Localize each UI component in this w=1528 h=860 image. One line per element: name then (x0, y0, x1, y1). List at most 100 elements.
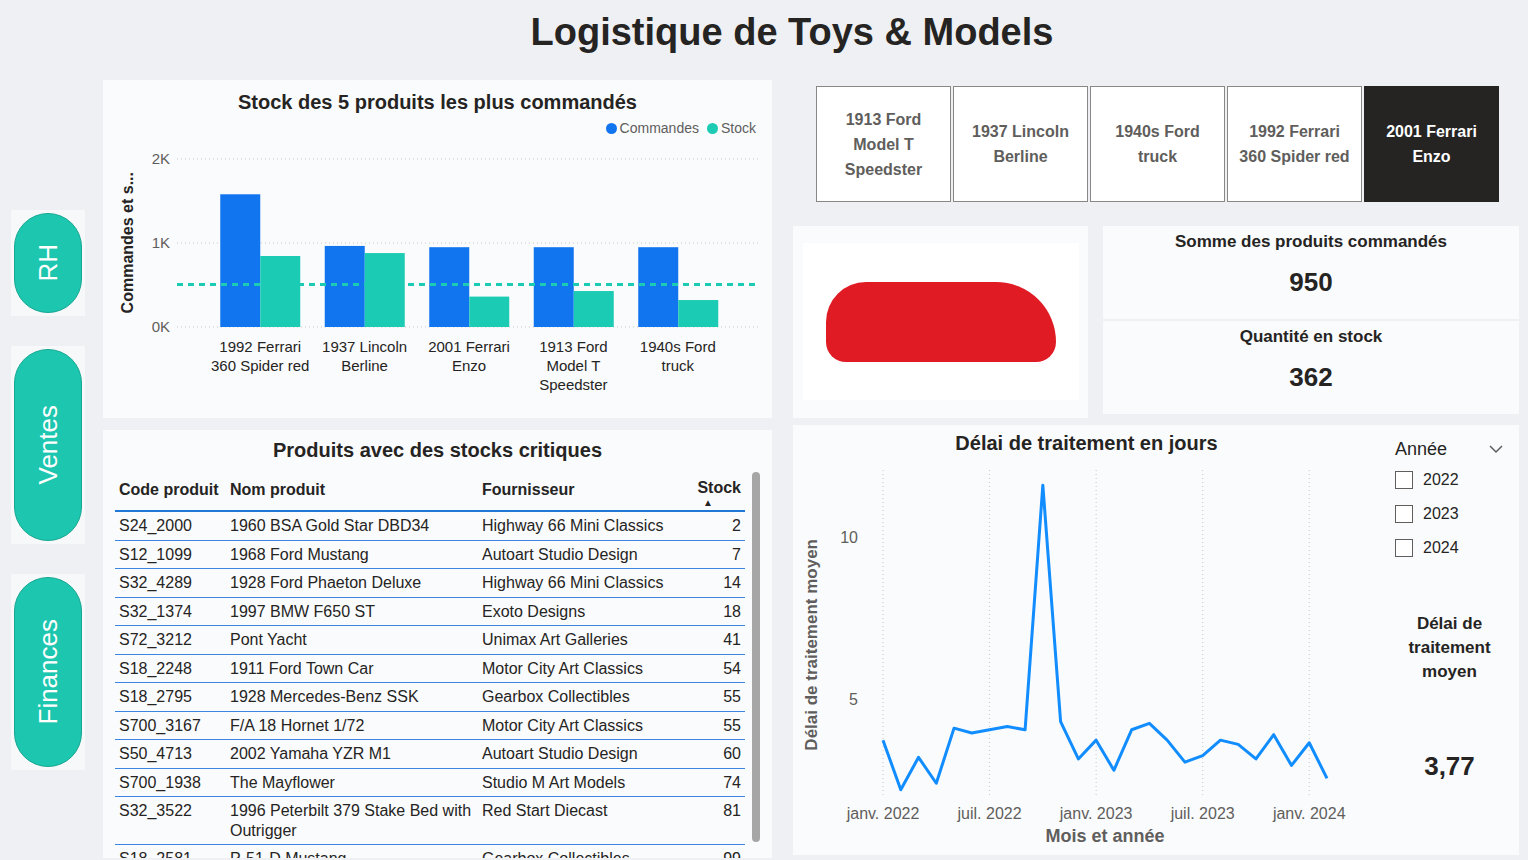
table-cell: 2002 Yamaha YZR M1 (226, 740, 478, 768)
bar-chart-panel: Stock des 5 produits les plus commandés C… (103, 80, 772, 418)
kpi-card: Somme des produits commandés950 (1103, 226, 1519, 319)
nav-button[interactable]: RH (14, 213, 82, 313)
table-row[interactable]: S12_10991968 Ford MustangAutoart Studio … (115, 541, 745, 570)
slicer-tile[interactable]: 1992 Ferrari 360 Spider red (1227, 86, 1362, 202)
table-cell: 81 (683, 797, 745, 844)
critical-stock-table: Code produitNom produitFournisseurStock▲… (115, 468, 745, 858)
legend-dot-icon (707, 123, 718, 134)
table-cell: S18_2581 (115, 845, 226, 858)
table-row[interactable]: S18_2581P-51-D MustangGearbox Collectibl… (115, 845, 745, 858)
bar[interactable] (220, 194, 260, 327)
y-axis-title: Délai de traitement moyen (793, 465, 830, 825)
checkbox[interactable] (1395, 505, 1413, 523)
scrollbar[interactable] (752, 472, 760, 842)
nav-frame: Ventes (11, 346, 85, 544)
table-cell: P-51-D Mustang (226, 845, 478, 858)
bar[interactable] (638, 247, 678, 327)
svg-text:juil. 2022: juil. 2022 (957, 805, 1022, 822)
line-chart-panel: Délai de traitement en joursDélai de tra… (793, 425, 1380, 855)
category-label: 1992 Ferrari 360 Spider red (208, 337, 312, 394)
checkbox[interactable] (1395, 471, 1413, 489)
table-cell: Motor City Art Classics (478, 712, 683, 740)
sort-icon[interactable]: ▲ (703, 498, 713, 508)
chevron-down-icon[interactable] (1489, 444, 1503, 454)
svg-text:10: 10 (840, 529, 858, 546)
bar[interactable] (325, 246, 365, 327)
bar[interactable] (429, 247, 469, 327)
table-cell: S12_1099 (115, 541, 226, 569)
table-row[interactable]: S50_47132002 Yamaha YZR M1Autoart Studio… (115, 740, 745, 769)
table-cell: Red Start Diecast (478, 797, 683, 844)
column-header[interactable]: Nom produit (226, 468, 478, 508)
year-option[interactable]: 2024 (1395, 537, 1519, 558)
table-cell: 7 (683, 541, 745, 569)
bar[interactable] (469, 297, 509, 327)
column-header[interactable]: Code produit (115, 468, 226, 508)
table-cell: Pont Yacht (226, 626, 478, 654)
nav-button[interactable]: Ventes (14, 349, 82, 541)
dashboard: Logistique de Toys & ModelsRHVentesFinan… (0, 0, 1528, 860)
table-cell: S32_1374 (115, 598, 226, 626)
delay-line[interactable] (883, 485, 1327, 790)
bar[interactable] (678, 300, 718, 327)
table-cell: S24_2000 (115, 512, 226, 540)
table-cell: Motor City Art Classics (478, 655, 683, 683)
bar-group (325, 246, 405, 327)
table-cell: Gearbox Collectibles (478, 683, 683, 711)
table-row[interactable]: S72_3212Pont YachtUnimax Art Galleries41 (115, 626, 745, 655)
table-cell: 55 (683, 683, 745, 711)
table-cell: S700_3167 (115, 712, 226, 740)
table-cell: 14 (683, 569, 745, 597)
product-photo (803, 243, 1079, 400)
slicer-tile[interactable]: 2001 Ferrari Enzo (1364, 86, 1499, 202)
year-filter-header[interactable]: Année (1380, 425, 1519, 461)
nav-button[interactable]: Finances (14, 577, 82, 767)
table-row[interactable]: S32_35221996 Peterbilt 379 Stake Bed wit… (115, 797, 745, 845)
line-chart-title: Délai de traitement en jours (793, 425, 1380, 465)
line-plot: janv. 2022juil. 2022janv. 2023juil. 2023… (830, 465, 1370, 825)
category-label: 2001 Ferrari Enzo (417, 337, 521, 394)
bar-group (220, 194, 300, 327)
bar-chart-title: Stock des 5 produits les plus commandés (103, 80, 772, 116)
bar[interactable] (260, 256, 300, 327)
table-row[interactable]: S32_42891928 Ford Phaeton DeluxeHighway … (115, 569, 745, 598)
svg-text:janv. 2022: janv. 2022 (846, 805, 920, 822)
table-cell: Studio M Art Models (478, 769, 683, 797)
column-header[interactable]: Fournisseur (478, 468, 683, 508)
table-row[interactable]: S700_3167F/A 18 Hornet 1/72Motor City Ar… (115, 712, 745, 741)
table-cell: 41 (683, 626, 745, 654)
table-row[interactable]: S32_13741997 BMW F650 STExoto Designs18 (115, 598, 745, 627)
bar[interactable] (534, 247, 574, 327)
bar[interactable] (365, 253, 405, 327)
table-cell: Exoto Designs (478, 598, 683, 626)
table-row[interactable]: S24_20001960 BSA Gold Star DBD34Highway … (115, 512, 745, 541)
table-row[interactable]: S700_1938The MayflowerStudio M Art Model… (115, 769, 745, 798)
slicer-tile[interactable]: 1940s Ford truck (1090, 86, 1225, 202)
year-option[interactable]: 2022 (1395, 469, 1519, 490)
column-header[interactable]: Stock▲ (683, 468, 745, 508)
avg-delay-card: Délai de traitement moyen3,77 (1380, 612, 1519, 782)
y-axis-title: Commandes et s... (115, 153, 140, 333)
kpi-card: Quantité en stock362 (1103, 321, 1519, 414)
slicer-tile[interactable]: 1937 Lincoln Berline (953, 86, 1088, 202)
bar[interactable] (574, 291, 614, 327)
checkbox[interactable] (1395, 539, 1413, 557)
table-cell: Highway 66 Mini Classics (478, 569, 683, 597)
table-cell: S700_1938 (115, 769, 226, 797)
legend-dot-icon (606, 123, 617, 134)
slicer-tile[interactable]: 1913 Ford Model T Speedster (816, 86, 951, 202)
svg-text:2K: 2K (152, 153, 170, 167)
table-cell: 54 (683, 655, 745, 683)
nav: RH Ventes Finances (0, 64, 103, 860)
table-row[interactable]: S18_22481911 Ford Town CarMotor City Art… (115, 655, 745, 684)
table-cell: S32_4289 (115, 569, 226, 597)
table-cell: F/A 18 Hornet 1/72 (226, 712, 478, 740)
table-cell: 74 (683, 769, 745, 797)
year-option[interactable]: 2023 (1395, 503, 1519, 524)
table-cell: Autoart Studio Design (478, 541, 683, 569)
bar-plot: 2K1K0K (140, 153, 760, 333)
svg-text:1K: 1K (152, 234, 170, 251)
table-cell: Unimax Art Galleries (478, 626, 683, 654)
table-cell: 55 (683, 712, 745, 740)
table-row[interactable]: S18_27951928 Mercedes-Benz SSKGearbox Co… (115, 683, 745, 712)
